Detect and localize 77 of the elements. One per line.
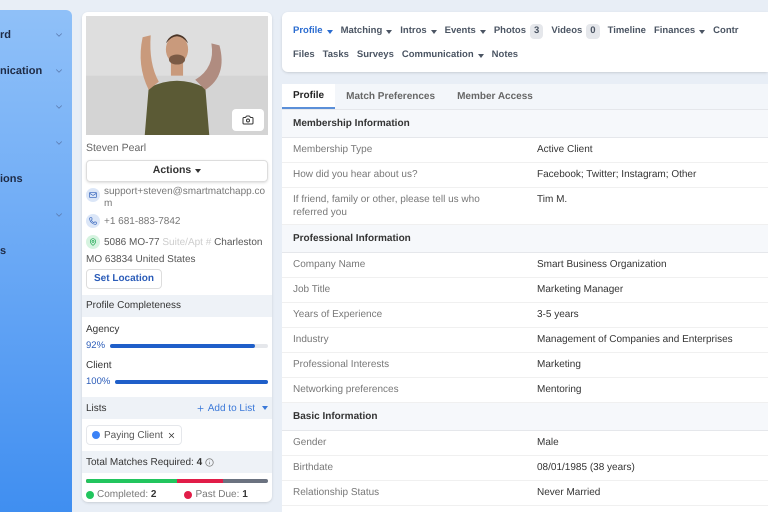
field-value: Management of Companies and Enterprises bbox=[537, 333, 733, 347]
field-value: Smart Business Organization bbox=[537, 258, 667, 272]
nav-item[interactable]: Matching bbox=[340, 22, 392, 41]
set-location-button[interactable]: Set Location bbox=[86, 268, 162, 289]
member-name: Steven Pearl bbox=[85, 141, 148, 156]
field-value: Mentoring bbox=[537, 383, 582, 397]
field-label: Relationship Status bbox=[293, 486, 380, 500]
nav-item[interactable]: Notes bbox=[492, 46, 518, 65]
section-title: Lists bbox=[86, 402, 107, 416]
location-icon bbox=[86, 234, 100, 249]
field-label: Membership Type bbox=[293, 143, 374, 157]
progress-reading: 92% bbox=[86, 338, 106, 353]
progress-label: Client bbox=[86, 359, 113, 374]
field-label: Birthdate bbox=[293, 461, 334, 475]
total-matches: Total Matches Required: 4 bbox=[86, 456, 202, 470]
phone-number: +1 681-883-7842 bbox=[104, 214, 180, 229]
nav-item[interactable]: Videos 0 bbox=[551, 22, 600, 41]
field-label: Job Title bbox=[293, 283, 332, 297]
email-link[interactable]: support+steven@smartmatchapp.com bbox=[104, 186, 268, 210]
section-header: Profile Completeness bbox=[82, 294, 272, 317]
nav-item[interactable]: Finances bbox=[654, 22, 706, 41]
progress-reading: 100% bbox=[86, 375, 110, 390]
sidebar-item[interactable]: s bbox=[0, 242, 6, 260]
tab[interactable]: Member Access bbox=[446, 84, 544, 109]
progress-label: Agency bbox=[86, 322, 120, 337]
tab[interactable]: Match Preferences bbox=[335, 84, 446, 109]
email-icon bbox=[86, 188, 100, 202]
field-label: Networking preferences bbox=[293, 383, 400, 397]
field-label: Gender bbox=[293, 436, 328, 450]
address-region: MO 63834 United States bbox=[85, 252, 197, 267]
nav-item[interactable]: Files bbox=[293, 46, 315, 65]
caret-icon bbox=[262, 406, 268, 410]
nav-item[interactable]: Contr bbox=[713, 22, 738, 41]
nav-item[interactable]: Timeline bbox=[608, 22, 646, 41]
info-icon bbox=[205, 458, 214, 467]
nav-item[interactable]: Tasks bbox=[322, 46, 349, 65]
phone-icon bbox=[86, 214, 100, 228]
actions-button[interactable]: Actions bbox=[86, 160, 268, 182]
nav-item[interactable]: Photos 3 bbox=[494, 22, 544, 41]
remove-icon[interactable] bbox=[166, 430, 176, 440]
plus-icon bbox=[196, 404, 205, 413]
field-value: Marketing Manager bbox=[537, 283, 624, 297]
field-label: If friend, family or other, please tell us who referred you bbox=[293, 193, 481, 219]
nav-item[interactable]: Surveys bbox=[356, 46, 394, 65]
add-to-list-button[interactable]: Add to List bbox=[196, 400, 268, 416]
camera-button[interactable] bbox=[232, 109, 264, 132]
sidebar-item[interactable]: ions bbox=[0, 170, 23, 188]
field-label: Years of Experience bbox=[293, 308, 384, 322]
section-header: Membership Information bbox=[282, 110, 768, 138]
count-badge: 3 bbox=[530, 24, 544, 39]
section-header: Professional Information bbox=[282, 225, 768, 253]
field-value: Marketing bbox=[537, 358, 581, 372]
camera-icon bbox=[242, 114, 254, 126]
field-value: Facebook; Twitter; Instagram; Other bbox=[537, 168, 696, 182]
field-value: 08/01/1985 (38 years) bbox=[537, 461, 635, 475]
list-tag: Paying Client bbox=[86, 425, 182, 446]
nav-item[interactable]: Profile bbox=[293, 22, 333, 41]
field-label: Industry bbox=[293, 333, 330, 347]
field-label: How did you hear about us? bbox=[293, 168, 419, 182]
nav-item[interactable]: Communication bbox=[402, 46, 484, 65]
nav-item[interactable]: Events bbox=[444, 22, 486, 41]
field-value: 3-5 years bbox=[537, 308, 579, 322]
nav-item[interactable]: Intros bbox=[400, 22, 437, 41]
legend-label: Completed: 2 bbox=[97, 488, 156, 502]
field-label: Professional Interests bbox=[293, 358, 390, 372]
field-value: Male bbox=[537, 436, 559, 450]
field-value: Never Married bbox=[537, 486, 600, 500]
tab[interactable]: Profile bbox=[282, 84, 336, 109]
field-label: Company Name bbox=[293, 258, 366, 272]
caret-icon bbox=[195, 169, 202, 174]
field-value: Tim M. bbox=[537, 193, 568, 207]
count-badge: 0 bbox=[586, 24, 600, 39]
sidebar-item[interactable]: rd bbox=[0, 26, 11, 44]
section-header: Basic Information bbox=[282, 403, 768, 431]
sidebar-item[interactable]: nication bbox=[0, 62, 42, 80]
field-value: Active Client bbox=[537, 143, 593, 157]
legend-label: Past Due: 1 bbox=[195, 488, 248, 502]
